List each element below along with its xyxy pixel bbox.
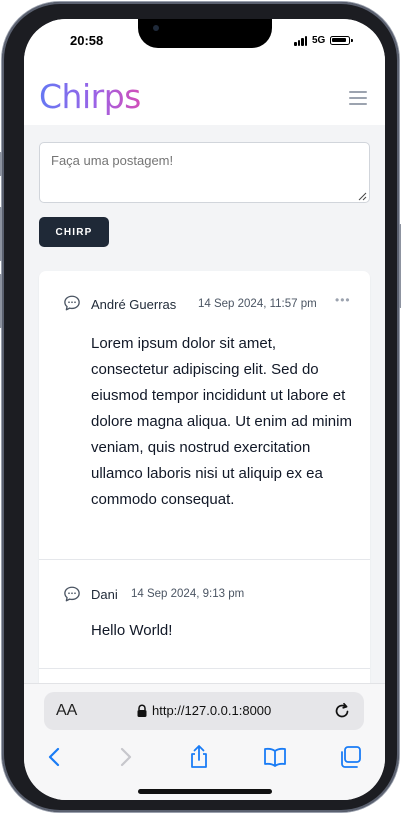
volume-down-button — [0, 274, 2, 328]
home-indicator[interactable] — [138, 789, 272, 794]
chirp-date: 14 Sep 2024, 11:57 pm — [198, 298, 317, 310]
chirp-author: André Guerras — [91, 297, 177, 312]
chat-bubble-icon — [64, 586, 80, 602]
network-type: 5G — [312, 35, 326, 46]
chirp-message: Lorem ipsum dolor sit amet, consectetur … — [91, 335, 352, 508]
text-size-button[interactable]: AA — [56, 702, 77, 720]
status-time: 20:58 — [70, 33, 104, 48]
signal-icon — [294, 36, 308, 46]
bookmarks-icon[interactable] — [262, 744, 288, 770]
app-logo[interactable]: Chirps — [39, 77, 141, 116]
battery-icon — [330, 36, 353, 45]
chirp-item: André Guerras 14 Sep 2024, 11:57 pm ••• … — [39, 271, 370, 560]
screen: 20:58 5G Chirps CHIRP A — [24, 19, 385, 800]
forward-icon[interactable] — [112, 744, 138, 770]
chirp-message: Hello World! — [91, 622, 173, 639]
chirp-input[interactable] — [39, 142, 370, 203]
phone-frame: 20:58 5G Chirps CHIRP A — [0, 2, 401, 812]
volume-up-button — [0, 207, 2, 261]
address-bar[interactable]: AA http://127.0.0.1:8000 — [44, 692, 364, 730]
back-icon[interactable] — [42, 744, 68, 770]
browser-toolbar: AA http://127.0.0.1:8000 — [24, 683, 385, 800]
chirp-date: 14 Sep 2024, 9:13 pm — [131, 588, 245, 600]
tabs-icon[interactable] — [338, 744, 364, 770]
url-text[interactable]: http://127.0.0.1:8000 — [152, 703, 271, 718]
hamburger-menu-icon[interactable] — [349, 91, 367, 105]
mute-switch — [0, 152, 2, 176]
notch — [138, 19, 272, 48]
lock-icon — [137, 704, 147, 717]
chirp-author: Dani — [91, 587, 118, 602]
more-dots-icon[interactable]: ••• — [335, 293, 351, 307]
reload-icon[interactable] — [332, 701, 352, 721]
chirp-button[interactable]: CHIRP — [39, 217, 109, 247]
chat-bubble-icon — [64, 295, 80, 311]
share-icon[interactable] — [186, 744, 212, 770]
chirp-item: Dani 14 Sep 2024, 9:13 pm Hello World! — [39, 560, 370, 669]
app-header: Chirps — [24, 65, 385, 125]
resize-grip-icon[interactable] — [357, 191, 367, 201]
